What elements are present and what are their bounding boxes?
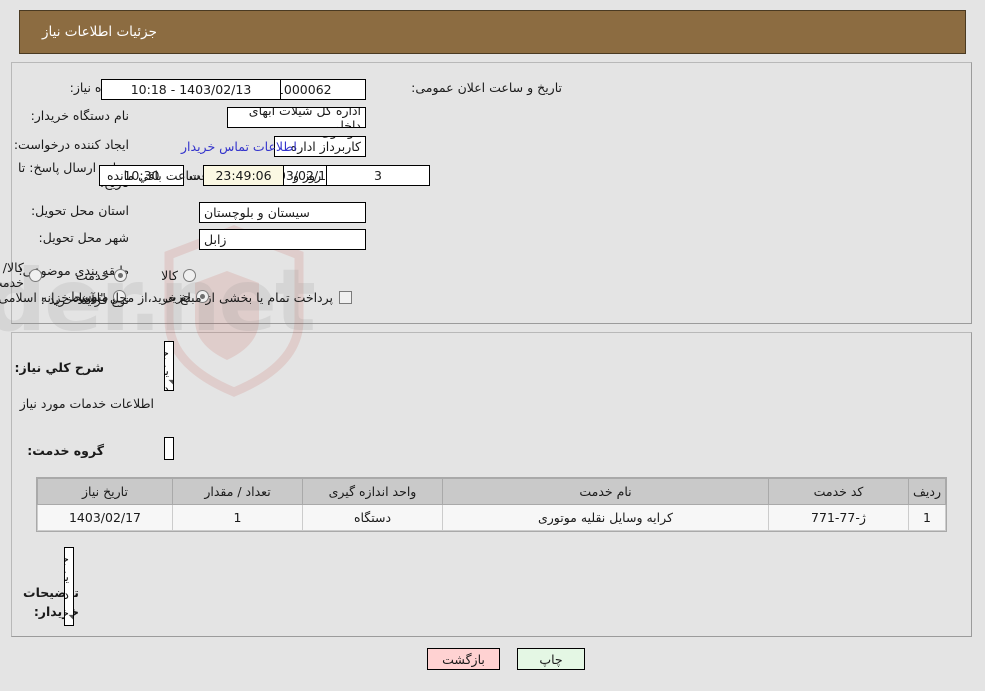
buyer-org-label-wrap: نام دستگاه خریدار: <box>32 108 130 123</box>
cell-date: 1403/02/17 <box>38 504 174 531</box>
page-root: AriaTender.net جزئیات اطلاعات نیاز شماره… <box>0 0 985 691</box>
category-option-0-label: کالا <box>162 267 179 283</box>
countdown-label: ساعت باقي مانده <box>108 168 201 183</box>
province-label: استان محل تحویل: <box>31 203 130 218</box>
category-radio-group: کالا خدمت کالا/خدمت <box>0 260 197 290</box>
announce-datetime-value: 1403/02/13 - 10:18 <box>102 79 282 100</box>
city-value: زابل <box>200 229 367 250</box>
window-title-bar: جزئیات اطلاعات نیاز <box>20 10 967 54</box>
col-header-qty: تعداد / مقدار <box>173 478 304 505</box>
cell-radif: 1 <box>908 504 948 531</box>
buyer-org-value: اداره کل شیلات آبهای داخلی <box>228 107 367 128</box>
category-option-2[interactable]: کالا/خدمت <box>0 260 43 290</box>
service-group-label: گروه خدمت: <box>28 443 105 458</box>
city-label-wrap: شهر محل تحویل: <box>40 230 130 245</box>
cell-unit: دستگاه <box>303 504 444 531</box>
province-label-wrap: استان محل تحویل: <box>32 203 130 218</box>
resize-grip-icon[interactable]: ◥ <box>168 378 174 389</box>
province-value: سیستان و بلوچستان <box>200 202 367 223</box>
general-desc-label: شرح کلي نیاز: <box>15 360 105 375</box>
page-title: جزئیات اطلاعات نیاز <box>43 24 158 40</box>
remaining-days-value: 3 <box>327 165 431 186</box>
general-desc-textarea[interactable]: جاره یک دستگاه خودروی سواری جهت استفاده … <box>165 341 175 391</box>
col-header-code: کد خدمت <box>768 478 910 505</box>
service-group-label-wrap: گروه خدمت: <box>28 440 105 459</box>
radio-icon[interactable] <box>184 268 197 282</box>
table-header-row: ردیف کد خدمت نام خدمت واحد اندازه گیری ت… <box>38 478 948 505</box>
col-header-name: نام خدمت <box>443 478 770 505</box>
resize-grip-icon[interactable]: ◥ <box>68 613 74 624</box>
category-option-0[interactable]: کالا <box>162 268 197 283</box>
col-header-radif: ردیف <box>908 478 948 505</box>
print-button[interactable]: چاپ <box>518 648 586 670</box>
category-option-1-label: خدمت <box>76 267 111 283</box>
service-group-value: فعالیت‌های اداری و خدمات پشتیبانی <box>165 437 175 460</box>
general-desc-label-wrap: شرح کلي نیاز: <box>16 357 105 376</box>
cell-code: ژ-77-771 <box>768 504 910 531</box>
category-option-1[interactable]: خدمت <box>76 267 129 283</box>
cell-qty: 1 <box>173 504 304 531</box>
radio-icon[interactable] <box>29 268 43 282</box>
services-section-heading: اطلاعات خدمات مورد نیاز <box>20 396 155 411</box>
checkbox-icon[interactable] <box>340 291 353 304</box>
countdown-timer: 23:49:06 <box>204 165 285 186</box>
back-button[interactable]: بازگشت <box>428 648 501 670</box>
radio-icon[interactable] <box>115 268 129 282</box>
table-row[interactable]: 1 ژ-77-771 کرایه وسایل نقلیه موتوری دستگ… <box>38 504 948 531</box>
buyer-contact-link[interactable]: اطلاعات تماس خریدار <box>182 139 298 154</box>
buyer-notes-textarea[interactable]: جاره یک دستگاه خودروی سواری جهت استفاده … <box>65 547 75 626</box>
announce-datetime-label: تاریخ و ساعت اعلان عمومی: <box>412 80 563 95</box>
treasury-payment-checkbox-row[interactable]: پرداخت تمام یا بخشی از مبلغ خرید،از محل … <box>0 290 353 305</box>
buyer-org-label: نام دستگاه خریدار: <box>31 108 130 123</box>
services-table: ردیف کد خدمت نام خدمت واحد اندازه گیری ت… <box>37 477 948 532</box>
col-header-unit: واحد اندازه گیری <box>303 478 444 505</box>
treasury-payment-label: پرداخت تمام یا بخشی از مبلغ خرید،از محل … <box>0 290 334 305</box>
city-label: شهر محل تحویل: <box>39 230 130 245</box>
days-label: روز و <box>294 168 323 183</box>
announce-datetime-label-wrap: تاریخ و ساعت اعلان عمومی: <box>412 80 563 95</box>
cell-name: کرایه وسایل نقلیه موتوری <box>443 504 770 531</box>
creator-label: ایجاد کننده درخواست: <box>14 137 130 152</box>
category-option-2-label: کالا/خدمت <box>0 260 25 290</box>
col-header-date: تاریخ نیاز <box>38 478 174 505</box>
creator-label-wrap: ایجاد کننده درخواست: <box>15 137 130 152</box>
